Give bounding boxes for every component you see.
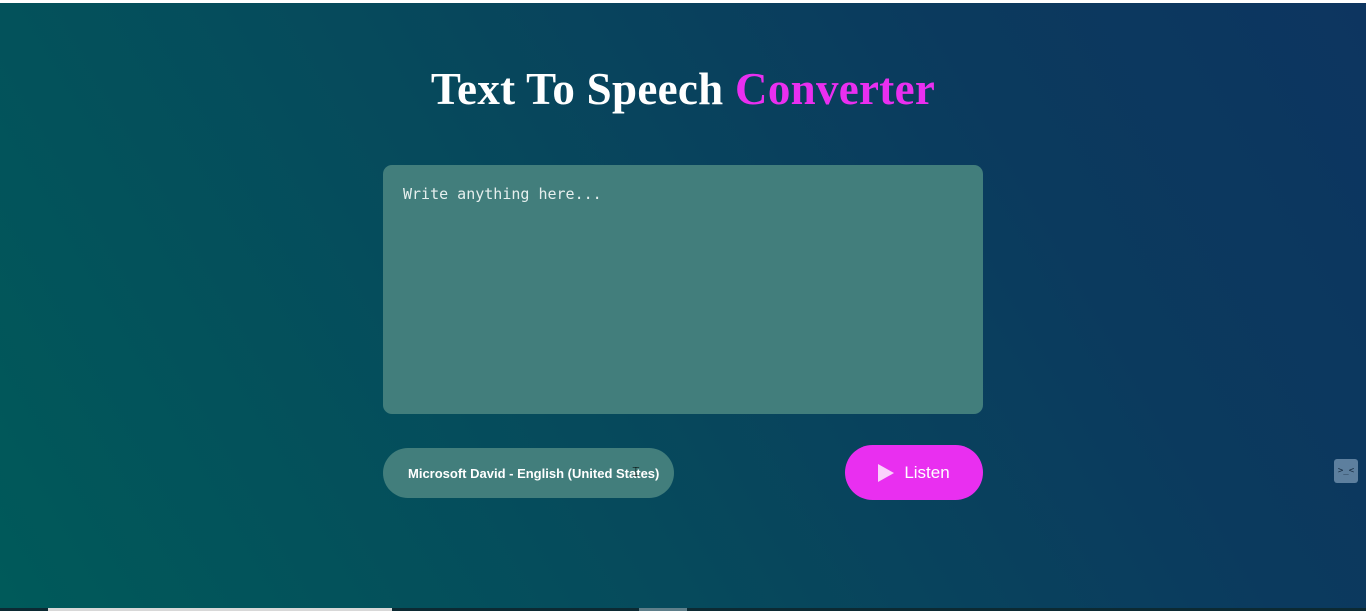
page-title: Text To Speech Converter [0, 62, 1366, 116]
listen-button[interactable]: Listen [845, 445, 983, 500]
top-strip [0, 0, 1366, 3]
text-input[interactable] [383, 165, 983, 414]
listen-button-label: Listen [904, 462, 950, 482]
voice-select-value: Microsoft David - English (United States… [408, 465, 660, 481]
text-cursor-icon: ⌶ [632, 464, 640, 479]
voice-select[interactable]: Microsoft David - English (United States… [383, 448, 674, 498]
title-main: Text To Speech [430, 64, 736, 114]
play-icon [878, 463, 895, 482]
terminal-icon-glyph: >_< [1337, 466, 1355, 476]
title-accent: Converter [735, 64, 936, 114]
terminal-icon[interactable]: >_< [1334, 459, 1358, 483]
